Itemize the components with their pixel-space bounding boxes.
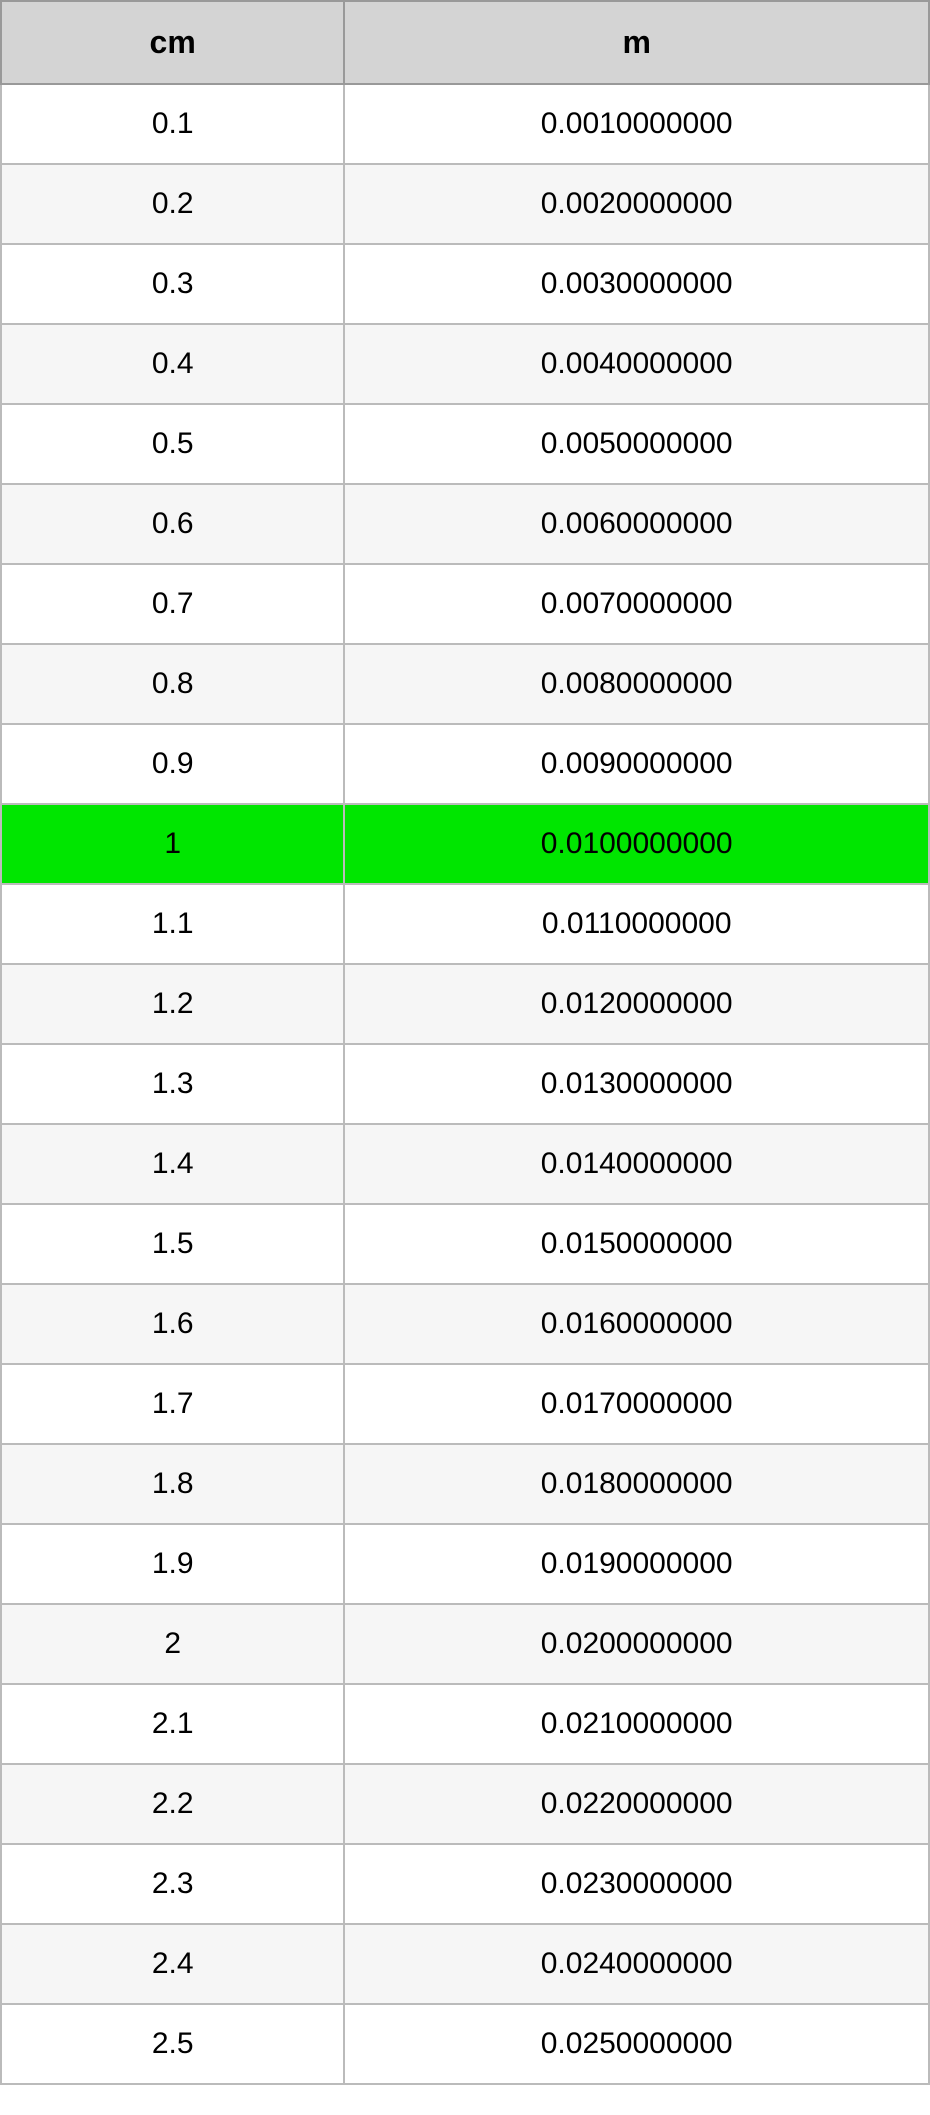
table-row: 1.70.0170000000 [1, 1364, 929, 1444]
table-row: 2.40.0240000000 [1, 1924, 929, 2004]
cell-cm: 0.1 [1, 84, 344, 164]
cell-m: 0.0030000000 [344, 244, 929, 324]
cell-cm: 1.4 [1, 1124, 344, 1204]
cell-cm: 2 [1, 1604, 344, 1684]
table-row: 1.20.0120000000 [1, 964, 929, 1044]
cell-m: 0.0160000000 [344, 1284, 929, 1364]
cell-cm: 1.5 [1, 1204, 344, 1284]
cell-cm: 1 [1, 804, 344, 884]
cell-cm: 1.8 [1, 1444, 344, 1524]
cell-m: 0.0010000000 [344, 84, 929, 164]
cell-cm: 2.2 [1, 1764, 344, 1844]
cell-m: 0.0230000000 [344, 1844, 929, 1924]
cell-cm: 0.9 [1, 724, 344, 804]
cell-m: 0.0040000000 [344, 324, 929, 404]
cell-m: 0.0020000000 [344, 164, 929, 244]
cell-cm: 2.1 [1, 1684, 344, 1764]
table-row: 0.40.0040000000 [1, 324, 929, 404]
cell-m: 0.0070000000 [344, 564, 929, 644]
table-row: 20.0200000000 [1, 1604, 929, 1684]
cell-cm: 0.8 [1, 644, 344, 724]
cell-m: 0.0050000000 [344, 404, 929, 484]
table-row: 2.20.0220000000 [1, 1764, 929, 1844]
cell-m: 0.0140000000 [344, 1124, 929, 1204]
cell-m: 0.0120000000 [344, 964, 929, 1044]
header-cm: cm [1, 1, 344, 84]
table-row: 1.50.0150000000 [1, 1204, 929, 1284]
cell-cm: 0.7 [1, 564, 344, 644]
table-row: 2.50.0250000000 [1, 2004, 929, 2084]
cell-cm: 0.6 [1, 484, 344, 564]
cell-m: 0.0170000000 [344, 1364, 929, 1444]
cell-m: 0.0100000000 [344, 804, 929, 884]
cell-cm: 0.2 [1, 164, 344, 244]
table-row: 1.40.0140000000 [1, 1124, 929, 1204]
table-row: 0.70.0070000000 [1, 564, 929, 644]
cell-m: 0.0240000000 [344, 1924, 929, 2004]
table-row: 0.30.0030000000 [1, 244, 929, 324]
cell-cm: 2.3 [1, 1844, 344, 1924]
cell-cm: 1.3 [1, 1044, 344, 1124]
table-row: 0.10.0010000000 [1, 84, 929, 164]
header-m: m [344, 1, 929, 84]
table-row: 0.90.0090000000 [1, 724, 929, 804]
cell-cm: 0.4 [1, 324, 344, 404]
cell-cm: 1.1 [1, 884, 344, 964]
cell-m: 0.0180000000 [344, 1444, 929, 1524]
cell-cm: 1.7 [1, 1364, 344, 1444]
cell-m: 0.0250000000 [344, 2004, 929, 2084]
cell-cm: 0.5 [1, 404, 344, 484]
cell-m: 0.0090000000 [344, 724, 929, 804]
table-row: 1.30.0130000000 [1, 1044, 929, 1124]
cell-cm: 0.3 [1, 244, 344, 324]
cell-cm: 2.5 [1, 2004, 344, 2084]
table-row: 0.60.0060000000 [1, 484, 929, 564]
cell-m: 0.0130000000 [344, 1044, 929, 1124]
cell-cm: 1.6 [1, 1284, 344, 1364]
cell-m: 0.0150000000 [344, 1204, 929, 1284]
cell-cm: 2.4 [1, 1924, 344, 2004]
table-row: 0.80.0080000000 [1, 644, 929, 724]
cell-cm: 1.2 [1, 964, 344, 1044]
table-body: 0.10.00100000000.20.00200000000.30.00300… [1, 84, 929, 2084]
cell-m: 0.0080000000 [344, 644, 929, 724]
table-row: 0.50.0050000000 [1, 404, 929, 484]
table-row: 1.80.0180000000 [1, 1444, 929, 1524]
table-row: 1.90.0190000000 [1, 1524, 929, 1604]
table-row: 2.30.0230000000 [1, 1844, 929, 1924]
table-header-row: cm m [1, 1, 929, 84]
table-row: 1.60.0160000000 [1, 1284, 929, 1364]
cell-m: 0.0210000000 [344, 1684, 929, 1764]
conversion-table: cm m 0.10.00100000000.20.00200000000.30.… [0, 0, 930, 2085]
cell-cm: 1.9 [1, 1524, 344, 1604]
cell-m: 0.0220000000 [344, 1764, 929, 1844]
cell-m: 0.0110000000 [344, 884, 929, 964]
table-row: 1.10.0110000000 [1, 884, 929, 964]
cell-m: 0.0060000000 [344, 484, 929, 564]
table-row: 2.10.0210000000 [1, 1684, 929, 1764]
table-row: 10.0100000000 [1, 804, 929, 884]
cell-m: 0.0200000000 [344, 1604, 929, 1684]
table-row: 0.20.0020000000 [1, 164, 929, 244]
cell-m: 0.0190000000 [344, 1524, 929, 1604]
